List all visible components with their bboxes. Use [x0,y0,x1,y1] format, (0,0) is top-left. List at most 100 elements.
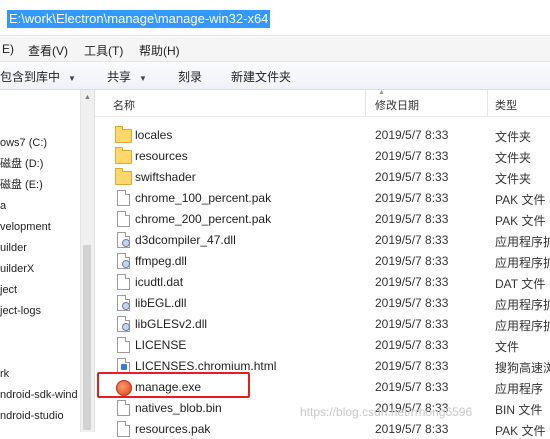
column-separator[interactable] [365,90,366,116]
file-icon [115,211,131,227]
file-type: DAT 文件 [495,277,546,291]
scroll-up-icon[interactable]: ▲ [84,94,91,101]
file-name: chrome_200_percent.pak [135,212,272,226]
file-row[interactable]: chrome_200_percent.pak 2019/5/7 8:33 PAK… [95,208,550,229]
file-type: 文件夹 [495,172,532,186]
highlight-box [97,372,250,398]
file-name: ffmpeg.dll [135,254,187,268]
nav-scrollbar[interactable]: ▲ [80,90,94,432]
nav-item-drive-d[interactable]: 磁盘 (D:) [0,154,43,174]
nav-item-folder[interactable]: ndroid-sdk-wind [0,385,78,405]
file-name: resources [135,149,188,163]
file-name: resources.pak [135,422,211,436]
file-name: libGLESv2.dll [135,317,208,331]
file-date: 2019/5/7 8:33 [375,191,449,205]
menu-bar: E) 查看(V) 工具(T) 帮助(H) [0,37,550,62]
file-type: 文件夹 [495,130,532,144]
file-row[interactable]: chrome_100_percent.pak 2019/5/7 8:33 PAK… [95,187,550,208]
file-type: 应用程序 [495,382,544,396]
nav-item-folder[interactable]: ndroid-studio [0,406,64,426]
file-type: PAK 文件 [495,193,546,207]
share-button[interactable]: 共享 ▼ [107,68,147,85]
file-date: 2019/5/7 8:33 [375,212,449,226]
file-date: 2019/5/7 8:33 [375,380,449,394]
file-date: 2019/5/7 8:33 [375,317,449,331]
file-name: natives_blob.bin [135,401,222,415]
dll-icon [115,316,131,332]
nav-item-folder[interactable]: a [0,196,6,216]
nav-item-folder[interactable]: velopment [0,217,51,237]
nav-item-folder[interactable]: uilder [0,238,27,258]
file-date: 2019/5/7 8:33 [375,233,449,247]
file-name: chrome_100_percent.pak [135,191,272,205]
file-name: LICENSES.chromium.html [135,359,277,373]
nav-item-folder[interactable]: rk [0,364,9,384]
column-modified[interactable]: 修改日期 [375,97,419,113]
file-row[interactable]: locales 2019/5/7 8:33 文件夹 [95,124,550,145]
file-date: 2019/5/7 8:33 [375,170,449,184]
file-row[interactable]: libEGL.dll 2019/5/7 8:33 应用程序扩 [95,292,550,313]
folder-icon [115,168,132,185]
file-date: 2019/5/7 8:33 [375,254,449,268]
file-name: LICENSE [135,338,187,352]
chevron-down-icon: ▼ [139,74,147,83]
file-name: swiftshader [135,170,196,184]
file-date: 2019/5/7 8:33 [375,338,449,352]
nav-item-folder[interactable]: uilderX [0,259,34,279]
sort-up-icon: ▲ [378,89,385,96]
watermark: https://blog.csdn.net/rrhong6596 [300,405,473,419]
nav-item-drive-e[interactable]: 磁盘 (E:) [0,175,43,195]
column-separator[interactable] [487,90,488,116]
file-row[interactable]: LICENSE 2019/5/7 8:33 文件 [95,334,550,355]
column-type[interactable]: 类型 [495,97,517,113]
file-type: 搜狗高速浏 [495,361,550,375]
file-date: 2019/5/7 8:33 [375,275,449,289]
new-folder-button[interactable]: 新建文件夹 [231,68,291,85]
nav-scroll-thumb[interactable] [83,245,91,430]
file-name: d3dcompiler_47.dll [135,233,236,247]
navigation-pane: ows7 (C:) 磁盘 (D:) 磁盘 (E:) a velopment ui… [0,90,80,432]
dll-icon [115,295,131,311]
file-icon [115,421,131,437]
nav-item-folder[interactable]: ject-logs [0,301,41,321]
file-row[interactable]: ffmpeg.dll 2019/5/7 8:33 应用程序扩 [95,250,550,271]
column-name[interactable]: 名称 [113,97,135,113]
column-header: 名称 ▲ 修改日期 类型 [95,89,550,117]
file-row[interactable]: resources 2019/5/7 8:33 文件夹 [95,145,550,166]
file-row[interactable]: d3dcompiler_47.dll 2019/5/7 8:33 应用程序扩 [95,229,550,250]
dll-icon [115,253,131,269]
nav-item-folder[interactable]: ject [0,280,17,300]
folder-icon [115,126,132,143]
share-label: 共享 [107,70,132,84]
file-row[interactable]: resources.pak 2019/5/7 8:33 PAK 文件 [95,418,550,439]
file-type: 文件夹 [495,151,532,165]
menu-tools[interactable]: 工具(T) [84,42,123,59]
include-library-button[interactable]: 包含到库中 ▼ [0,68,76,85]
menu-help[interactable]: 帮助(H) [139,42,180,59]
file-name: libEGL.dll [135,296,187,310]
file-date: 2019/5/7 8:33 [375,128,449,142]
file-type: 应用程序扩 [495,298,550,312]
command-toolbar: 包含到库中 ▼ 共享 ▼ 刻录 新建文件夹 [0,62,550,90]
file-icon [115,190,131,206]
file-icon [115,337,131,353]
chevron-down-icon: ▼ [68,74,76,83]
file-type: BIN 文件 [495,403,543,417]
html-icon [115,358,131,374]
file-type: 文件 [495,340,520,354]
file-date: 2019/5/7 8:33 [375,149,449,163]
address-bar[interactable]: E:\work\Electron\manage\manage-win32-x64 [0,0,550,36]
file-row[interactable]: icudtl.dat 2019/5/7 8:33 DAT 文件 [95,271,550,292]
file-row[interactable]: swiftshader 2019/5/7 8:33 文件夹 [95,166,550,187]
file-date: 2019/5/7 8:33 [375,359,449,373]
menu-view[interactable]: 查看(V) [28,42,68,59]
file-icon [115,274,131,290]
address-path[interactable]: E:\work\Electron\manage\manage-win32-x64 [7,10,271,28]
file-icon [115,400,131,416]
file-type: 应用程序扩 [495,256,550,270]
nav-item-drive-c[interactable]: ows7 (C:) [0,133,47,153]
file-type: PAK 文件 [495,214,546,228]
file-row[interactable]: libGLESv2.dll 2019/5/7 8:33 应用程序扩 [95,313,550,334]
burn-button[interactable]: 刻录 [178,68,202,85]
menu-edit[interactable]: E) [2,42,14,56]
